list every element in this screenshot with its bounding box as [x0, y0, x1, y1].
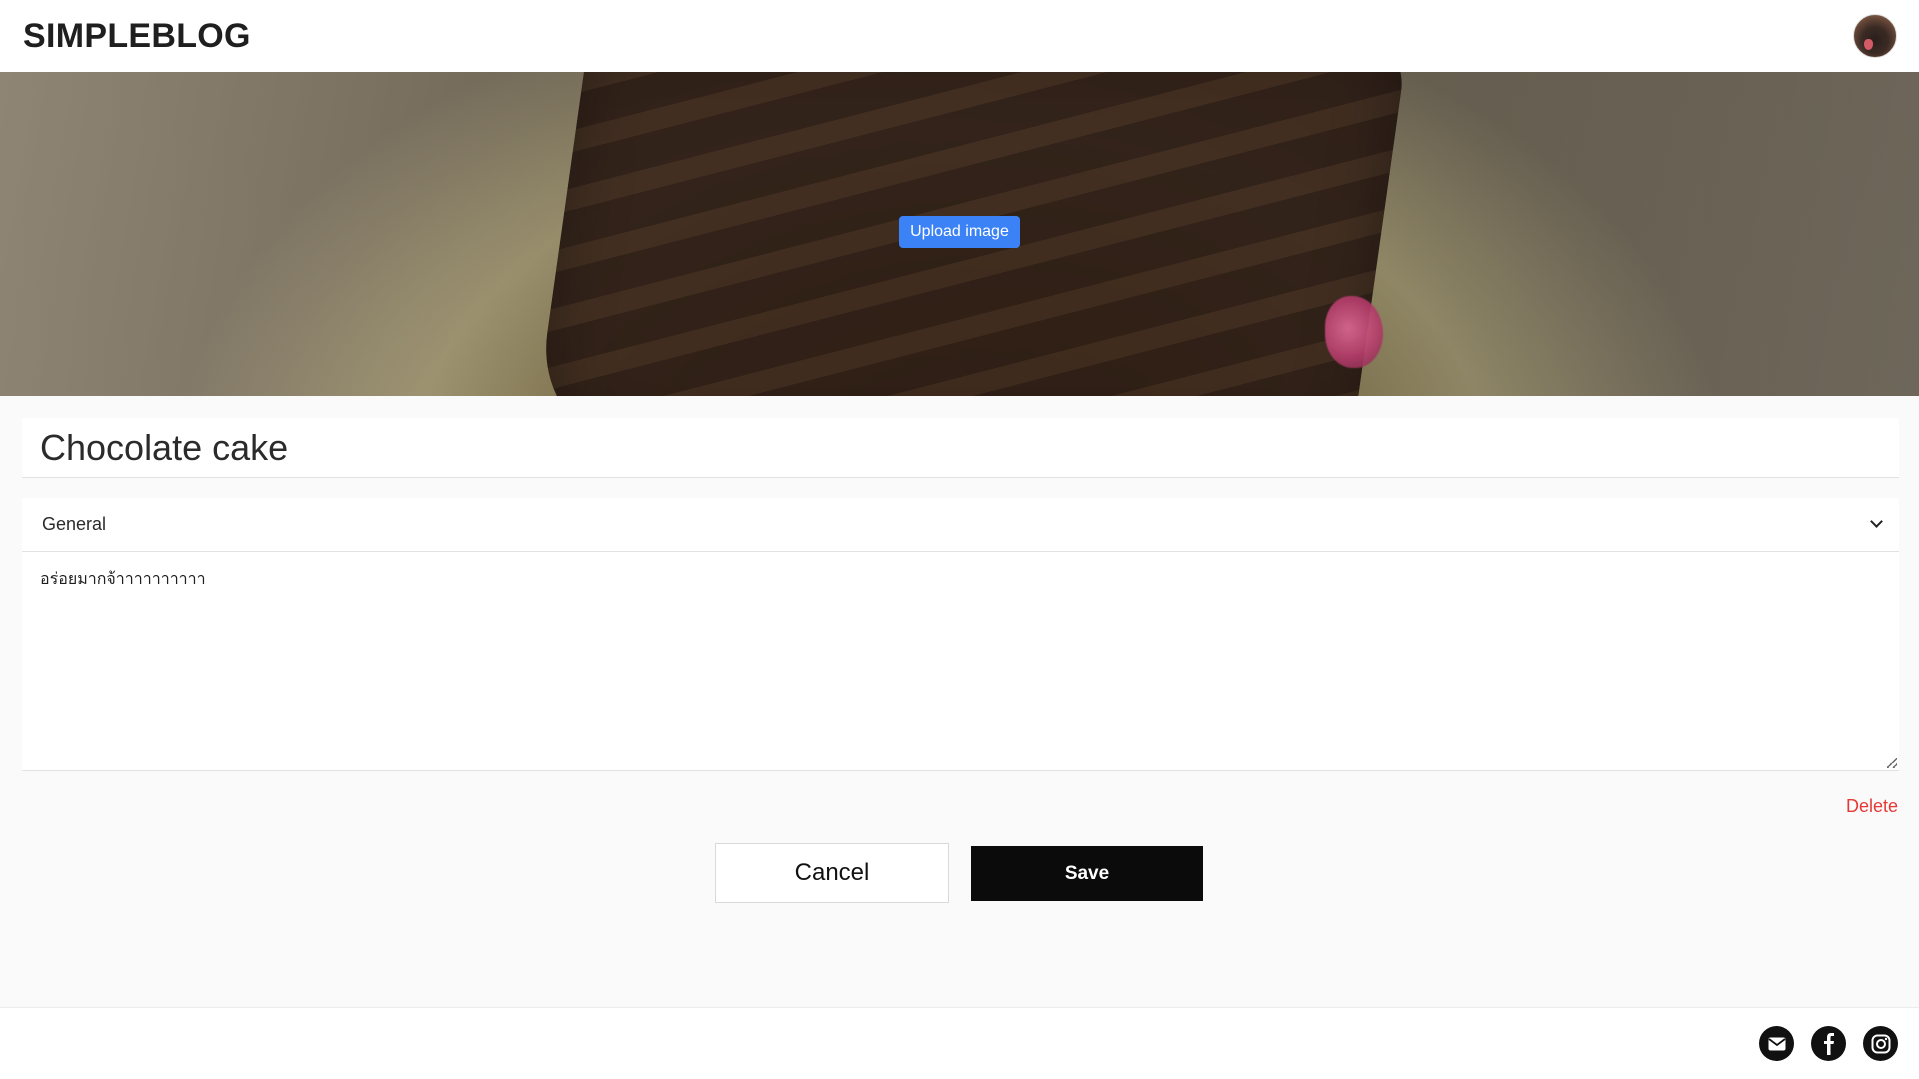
cover-image: Upload image [0, 72, 1919, 396]
post-title-input[interactable]: Chocolate cake [22, 418, 1899, 478]
post-content-textarea[interactable]: อร่อยมากจ้าาาาาาาาาา [22, 552, 1899, 771]
post-content-text: อร่อยมากจ้าาาาาาาาาา [40, 569, 206, 588]
save-button[interactable]: Save [971, 846, 1203, 901]
avatar-detail [1864, 39, 1873, 50]
category-select[interactable]: General [22, 498, 1899, 552]
cancel-button[interactable]: Cancel [715, 843, 949, 903]
delete-link[interactable]: Delete [1846, 796, 1898, 817]
user-avatar[interactable] [1853, 14, 1897, 58]
instagram-icon[interactable] [1863, 1026, 1898, 1061]
email-glyph [1767, 1037, 1786, 1050]
site-header: SIMPLEBLOG [0, 0, 1919, 72]
upload-image-button[interactable]: Upload image [899, 216, 1020, 248]
brand-logo[interactable]: SIMPLEBLOG [23, 17, 251, 56]
facebook-glyph [1823, 1032, 1834, 1055]
rose-decoration [1325, 296, 1383, 368]
form-actions: Cancel Save [715, 843, 1203, 903]
instagram-glyph [1871, 1034, 1890, 1053]
resize-handle[interactable] [1887, 758, 1897, 768]
site-footer [0, 1007, 1919, 1079]
chevron-down-icon [1869, 516, 1883, 530]
facebook-icon[interactable] [1811, 1026, 1846, 1061]
email-icon[interactable] [1759, 1026, 1794, 1061]
category-selected-value: General [42, 514, 107, 534]
